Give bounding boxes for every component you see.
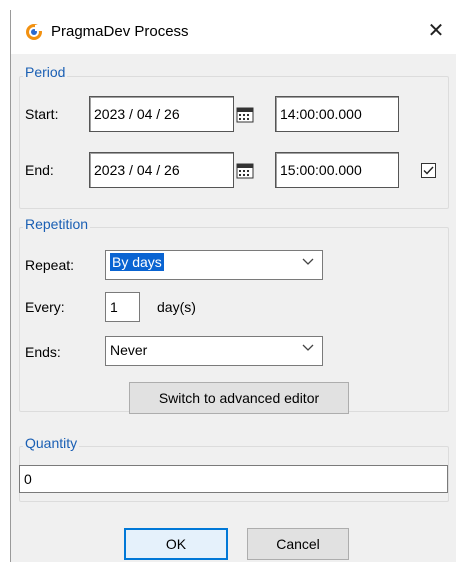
pragmadev-logo-icon (26, 24, 42, 40)
every-value-field[interactable]: 1 (105, 292, 140, 322)
repeat-selected-value: By days (110, 253, 164, 271)
repeat-select[interactable]: By days (105, 250, 323, 280)
start-label: Start: (25, 106, 59, 122)
repeat-label: Repeat: (25, 257, 75, 273)
end-time-field[interactable]: 15:00:00.000 (275, 152, 399, 188)
close-icon[interactable]: ✕ (424, 19, 448, 43)
repetition-legend: Repetition (23, 216, 91, 232)
end-enabled-checkbox[interactable] (421, 163, 436, 178)
title-bar: PragmaDev Process ✕ (11, 10, 456, 54)
ends-label: Ends: (25, 344, 61, 360)
quantity-field[interactable]: 0 (19, 465, 448, 493)
chevron-down-icon (302, 258, 314, 265)
end-label: End: (25, 162, 54, 178)
calendar-icon[interactable] (236, 105, 254, 123)
chevron-down-icon (302, 344, 314, 351)
start-time-field[interactable]: 14:00:00.000 (275, 96, 399, 132)
window-title: PragmaDev Process (51, 23, 189, 40)
quantity-legend: Quantity (23, 435, 80, 451)
every-label: Every: (25, 299, 65, 315)
every-unit-label: day(s) (157, 299, 196, 315)
end-date-field[interactable]: 2023 / 04 / 26 (89, 152, 234, 188)
ok-button[interactable]: OK (124, 528, 228, 560)
dialog-window: PragmaDev Process ✕ Period Start: 2023 /… (10, 10, 456, 562)
start-date-field[interactable]: 2023 / 04 / 26 (89, 96, 234, 132)
cancel-button[interactable]: Cancel (247, 528, 349, 560)
ends-select[interactable]: Never (105, 336, 323, 366)
period-legend: Period (23, 64, 68, 80)
switch-advanced-editor-button[interactable]: Switch to advanced editor (129, 382, 349, 414)
ends-selected-value: Never (110, 342, 148, 358)
calendar-icon[interactable] (236, 161, 254, 179)
